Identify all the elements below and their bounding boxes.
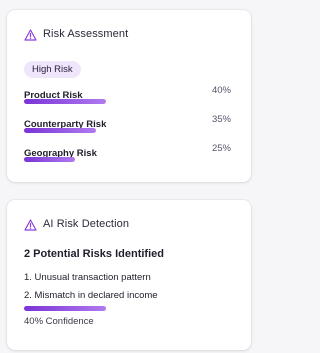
metric-geography-risk: Geography Risk 25% [24, 143, 231, 162]
warning-triangle-icon [24, 218, 37, 231]
ai-risk-detection-card: AI Risk Detection 2 Potential Risks Iden… [7, 200, 251, 350]
risk-item: 2. Mismatch in declared income [24, 290, 158, 301]
metric-counterparty-risk: Counterparty Risk 35% [24, 114, 231, 133]
metric-value: 40% [211, 85, 231, 96]
warning-triangle-icon [24, 28, 37, 41]
risk-assessment-card: Risk Assessment High Risk Product Risk 4… [7, 10, 251, 182]
ai-risk-detection-header: AI Risk Detection [24, 218, 130, 231]
risk-assessment-header: Risk Assessment [24, 28, 129, 41]
metric-bar [24, 157, 75, 162]
confidence-bar [24, 306, 106, 311]
metric-product-risk: Product Risk 40% [24, 85, 231, 104]
card-title: AI Risk Detection [43, 218, 130, 230]
card-title: Risk Assessment [43, 28, 129, 40]
risks-identified-heading: 2 Potential Risks Identified [24, 248, 164, 260]
risk-item: 1. Unusual transaction pattern [24, 272, 151, 283]
metric-bar [24, 99, 106, 104]
metric-value: 35% [211, 114, 231, 125]
confidence-text: 40% Confidence [24, 316, 94, 327]
metric-bar [24, 128, 96, 133]
metric-value: 25% [211, 143, 231, 154]
risk-level-badge: High Risk [24, 61, 81, 78]
